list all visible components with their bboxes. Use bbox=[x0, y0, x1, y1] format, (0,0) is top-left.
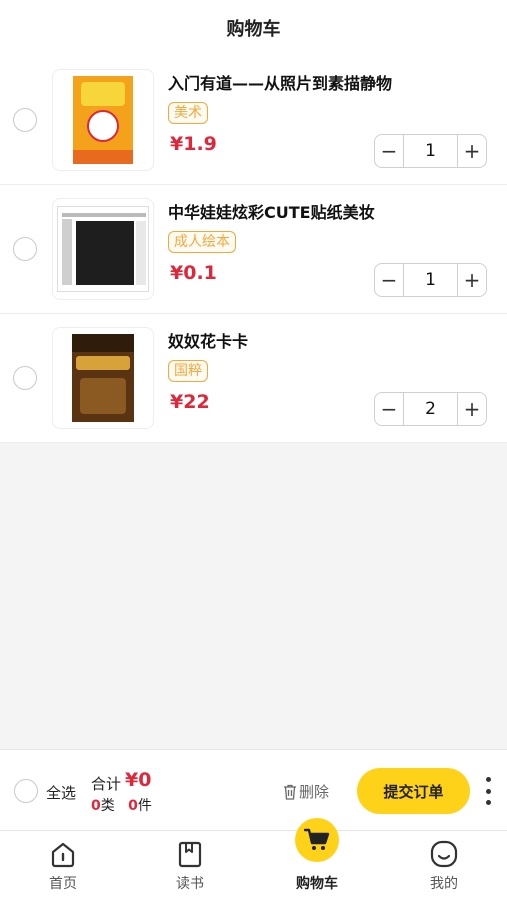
more-options-icon[interactable] bbox=[484, 777, 492, 805]
book-cover-image[interactable] bbox=[52, 198, 154, 300]
total-label: 合计 bbox=[91, 775, 122, 793]
item-name[interactable]: 奴奴花卡卡 bbox=[168, 328, 248, 352]
page-title: 购物车 bbox=[226, 19, 281, 40]
item-name[interactable]: 中华娃娃炫彩CUTE贴纸美妆 bbox=[168, 199, 375, 223]
book-cover-novel bbox=[72, 334, 134, 422]
delete-button[interactable]: 删除 bbox=[283, 781, 329, 802]
book-cover-art bbox=[73, 76, 133, 164]
decrement-button[interactable]: − bbox=[375, 264, 403, 296]
select-all-label[interactable]: 全选 bbox=[46, 782, 76, 803]
submit-order-button[interactable]: 提交订单 bbox=[357, 768, 470, 814]
cart-list: 入门有道——从照片到素描静物 美术 ¥1.9 − 1 + 中华娃娃炫彩CUTE贴… bbox=[0, 56, 507, 443]
total-value: ¥0 bbox=[125, 769, 152, 791]
pieces-unit: 件 bbox=[137, 798, 152, 814]
decrement-button[interactable]: − bbox=[375, 135, 403, 167]
quantity-stepper: − 1 + bbox=[374, 263, 487, 297]
book-cover-screenshot bbox=[57, 206, 149, 292]
increment-button[interactable]: + bbox=[458, 393, 486, 425]
tab-reading[interactable]: 读书 bbox=[127, 831, 253, 900]
smile-icon bbox=[429, 839, 459, 869]
tab-cart[interactable]: 购物车 bbox=[254, 818, 380, 900]
increment-button[interactable]: + bbox=[458, 135, 486, 167]
item-select-radio[interactable] bbox=[13, 366, 37, 390]
book-cover-image[interactable] bbox=[52, 327, 154, 429]
item-tag: 成人绘本 bbox=[168, 231, 236, 253]
increment-button[interactable]: + bbox=[458, 264, 486, 296]
item-price: ¥22 bbox=[170, 391, 210, 413]
selection-counts: 0类 0件 bbox=[91, 795, 152, 815]
page-header: 购物车 bbox=[0, 0, 507, 56]
cart-footer: 全选 合计 ¥0 0类 0件 删除 提交订单 bbox=[0, 749, 507, 830]
decrement-button[interactable]: − bbox=[375, 393, 403, 425]
tab-label: 我的 bbox=[430, 876, 458, 892]
tab-label: 读书 bbox=[176, 876, 204, 892]
pieces-count: 0 bbox=[128, 798, 138, 814]
tab-profile[interactable]: 我的 bbox=[381, 831, 507, 900]
item-name[interactable]: 入门有道——从照片到素描静物 bbox=[168, 70, 392, 94]
home-icon bbox=[49, 839, 77, 869]
delete-label: 删除 bbox=[299, 783, 330, 801]
item-price: ¥0.1 bbox=[170, 262, 217, 284]
item-tag: 国粹 bbox=[168, 360, 208, 382]
quantity-stepper: − 2 + bbox=[374, 392, 487, 426]
tab-home[interactable]: 首页 bbox=[0, 831, 126, 900]
kinds-unit: 类 bbox=[100, 798, 115, 814]
book-cover-image[interactable] bbox=[52, 69, 154, 171]
book-icon bbox=[176, 839, 204, 869]
item-tag: 美术 bbox=[168, 102, 208, 124]
item-select-radio[interactable] bbox=[13, 108, 37, 132]
cart-item: 奴奴花卡卡 国粹 ¥22 − 2 + bbox=[0, 314, 507, 443]
trash-icon bbox=[284, 784, 296, 800]
tab-label: 购物车 bbox=[296, 876, 338, 892]
item-price: ¥1.9 bbox=[170, 133, 217, 155]
tab-label: 首页 bbox=[49, 876, 77, 892]
bottom-tab-bar: 首页 读书 购物车 我的 bbox=[0, 818, 507, 900]
quantity-stepper: − 1 + bbox=[374, 134, 487, 168]
cart-item: 入门有道——从照片到素描静物 美术 ¥1.9 − 1 + bbox=[0, 56, 507, 185]
quantity-value[interactable]: 1 bbox=[403, 135, 458, 167]
item-select-radio[interactable] bbox=[13, 237, 37, 261]
cart-item: 中华娃娃炫彩CUTE贴纸美妆 成人绘本 ¥0.1 − 1 + bbox=[0, 185, 507, 314]
select-all-radio[interactable] bbox=[14, 779, 38, 803]
quantity-value[interactable]: 2 bbox=[403, 393, 458, 425]
kinds-count: 0 bbox=[91, 798, 101, 814]
quantity-value[interactable]: 1 bbox=[403, 264, 458, 296]
cart-icon bbox=[295, 818, 339, 862]
